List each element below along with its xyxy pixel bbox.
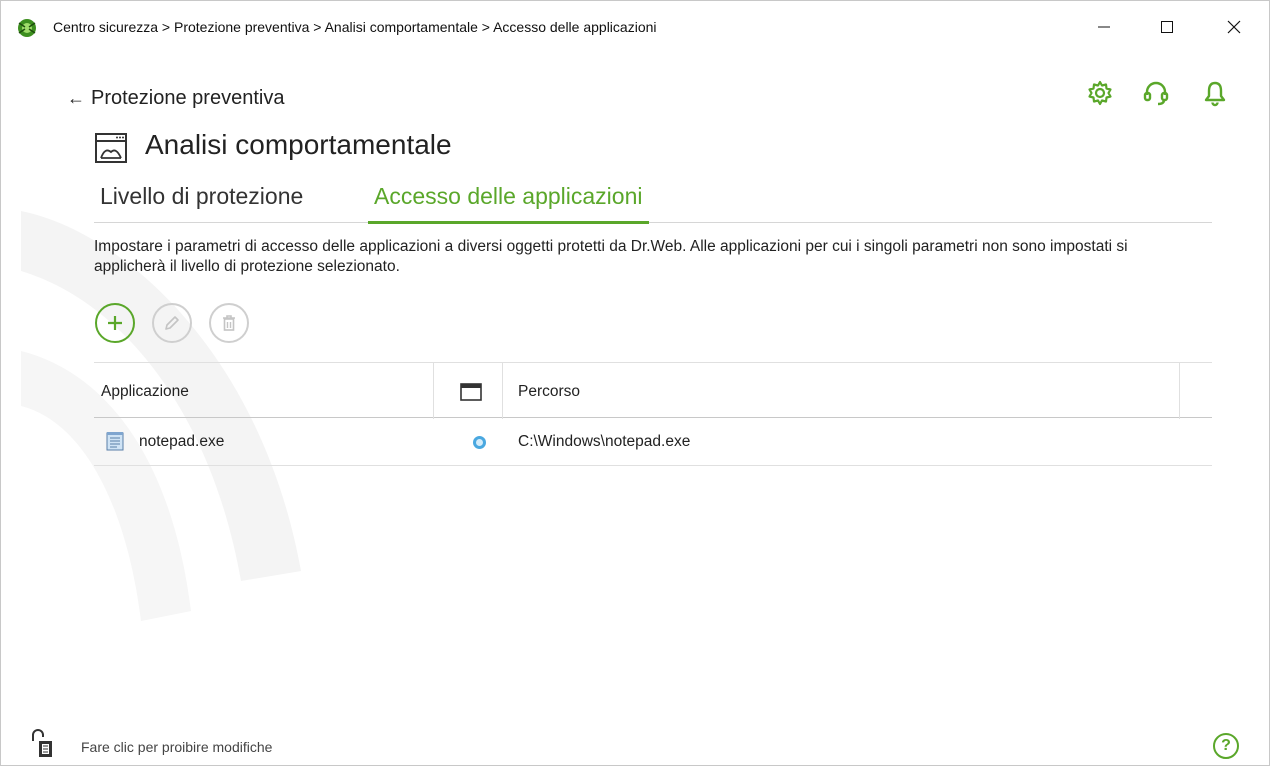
app-path-cell: C:\Windows\notepad.exe [518,433,691,450]
description-text: Impostare i parametri di accesso delle a… [94,238,1128,275]
support-headset-icon[interactable] [1142,79,1170,107]
bell-icon[interactable] [1201,79,1229,107]
column-header-path[interactable]: Percorso [518,383,580,401]
minimize-icon [1098,26,1110,28]
behavior-analysis-icon [95,133,127,163]
edit-button[interactable] [152,303,192,343]
table-header: Applicazione Percorso [94,362,1212,419]
window-column-icon[interactable] [460,383,482,401]
arrow-left-icon: ← [67,88,85,108]
lock-status-text[interactable]: Fare clic per proibire modifiche [81,739,272,755]
page-title: Analisi comportamentale [145,129,452,160]
app-name-cell: notepad.exe [139,433,225,450]
add-button[interactable] [95,303,135,343]
help-icon[interactable]: ? [1213,733,1239,759]
tab-protection-level[interactable]: Livello di protezione [100,183,303,223]
maximize-button[interactable] [1144,9,1190,45]
minimize-button[interactable] [1081,9,1127,45]
edit-icon [165,316,179,330]
tab-bar: Livello di protezione Accesso delle appl… [94,181,1212,224]
back-link[interactable]: ← Protezione preventiva [67,87,284,110]
app-window: Centro sicurezza > Protezione preventiva… [0,0,1270,766]
delete-icon [223,315,235,331]
applications-table: Applicazione Percorso notepad.exe C:\Win… [94,362,1212,466]
gear-icon[interactable] [1086,79,1114,107]
notepad-icon [106,432,124,451]
close-button[interactable] [1211,9,1257,45]
column-divider[interactable] [1179,363,1180,419]
column-divider[interactable] [502,363,503,419]
back-link-label: Protezione preventiva [91,87,285,109]
delete-button[interactable] [209,303,249,343]
window-breadcrumb: Centro sicurezza > Protezione preventiva… [53,19,657,35]
close-icon [1227,20,1241,34]
unlocked-padlock-icon[interactable] [29,727,69,759]
tab-application-access[interactable]: Accesso delle applicazioni [368,183,648,224]
title-bar: Centro sicurezza > Protezione preventiva… [1,1,1269,55]
drweb-spider-logo-icon [18,19,36,37]
maximize-icon [1161,21,1173,33]
column-divider[interactable] [433,363,434,419]
app-status-icon [473,436,486,449]
table-row[interactable]: notepad.exe C:\Windows\notepad.exe [94,418,1212,466]
add-icon [108,316,122,330]
column-header-application[interactable]: Applicazione [101,383,189,401]
